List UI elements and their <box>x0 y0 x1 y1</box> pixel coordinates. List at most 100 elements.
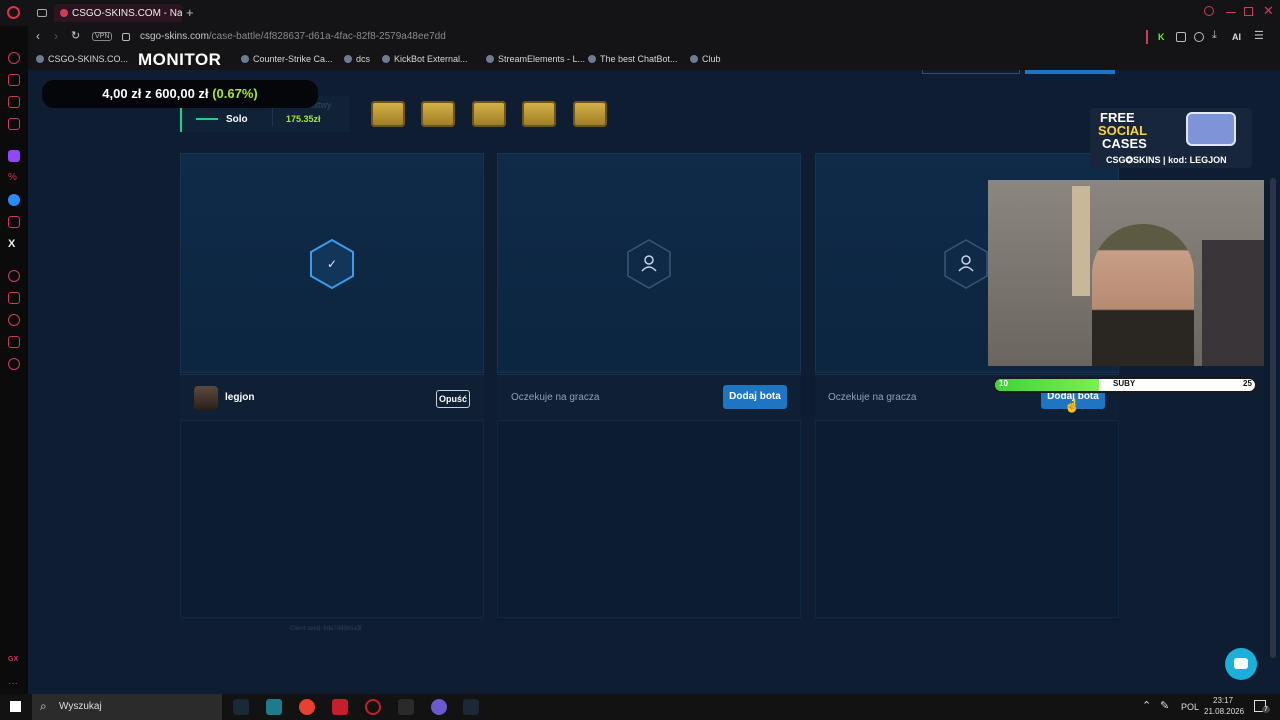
sub-goal-fill <box>995 379 1099 391</box>
case-icon[interactable] <box>371 101 405 127</box>
kick-extension-icon[interactable]: K <box>1158 32 1165 42</box>
clock-time[interactable]: 23:17 <box>1213 696 1233 705</box>
player-name: legjon <box>225 392 255 403</box>
chat-icon[interactable] <box>8 336 20 348</box>
percent-icon[interactable]: % <box>8 172 20 184</box>
top-button-partial[interactable] <box>922 70 1020 74</box>
gx-icon[interactable]: GX <box>8 656 20 668</box>
taskbar-search[interactable]: ⌕ Wyszukaj <box>32 694 222 720</box>
goal-percent: (0.67%) <box>212 86 258 101</box>
discord-box-icon <box>1186 112 1236 146</box>
reload-icon[interactable]: ↻ <box>71 29 80 42</box>
promo-code: CSG✪SKINS | kod: LEGJON <box>1106 155 1227 165</box>
leave-button[interactable]: Opuść <box>436 390 470 408</box>
tab-switcher-icon[interactable] <box>37 9 47 17</box>
new-tab-plus-icon[interactable]: + <box>186 5 194 20</box>
bookmark-item[interactable]: CSGO-SKINS.CO... <box>36 54 128 64</box>
download-icon[interactable]: ⤓ <box>1212 29 1217 42</box>
steam-icon[interactable] <box>233 699 249 715</box>
messenger-icon[interactable] <box>8 194 20 206</box>
webcam-feed <box>988 180 1264 366</box>
instagram-icon[interactable] <box>8 216 20 228</box>
bookmark-item[interactable]: Club <box>690 54 721 64</box>
pen-icon[interactable]: ✎ <box>1160 699 1169 712</box>
bookmark-item[interactable]: StreamElements - L... <box>486 54 585 64</box>
case-icon[interactable] <box>421 101 455 127</box>
voice-app-icon[interactable] <box>332 699 348 715</box>
goal-current: 4,00 zł <box>102 86 142 101</box>
x-icon[interactable]: X <box>8 238 20 250</box>
taskbar: ⌕ Wyszukaj ⌃ ✎ POL 23:17 21.08.2026 7 <box>0 694 1280 720</box>
files-icon[interactable] <box>266 699 282 715</box>
clock-date[interactable]: 21.08.2026 <box>1204 707 1244 716</box>
browser-sidebar: % X GX ··· <box>0 26 28 694</box>
history-icon[interactable] <box>8 74 20 86</box>
windows-start-icon[interactable] <box>10 701 21 712</box>
steam-icon-2[interactable] <box>463 699 479 715</box>
twitch-icon[interactable] <box>8 150 20 162</box>
chat-icon <box>1234 658 1248 669</box>
case-icon[interactable] <box>573 101 607 127</box>
drops-area-3 <box>815 420 1119 618</box>
minimize-icon[interactable] <box>1226 12 1236 13</box>
address-bar: ‹ › ↻ VPN csgo-skins.com/case-battle/4f8… <box>28 26 1280 50</box>
player-bar-2: Oczekuje na gracza Dodaj bota <box>497 374 801 420</box>
forward-icon[interactable]: › <box>54 29 58 43</box>
language-indicator[interactable]: POL <box>1181 702 1199 712</box>
speed-dial-icon[interactable] <box>8 52 20 64</box>
tray-chevron-icon[interactable]: ⌃ <box>1142 699 1151 712</box>
page-scrollbar[interactable] <box>1270 178 1276 658</box>
url-path: /case-battle/4f828637-d61a-4fac-82f8-257… <box>208 31 446 42</box>
epic-games-icon[interactable] <box>398 699 414 715</box>
more-dots-icon[interactable]: ··· <box>8 678 20 690</box>
bookmark-item[interactable]: The best ChatBot... <box>588 54 678 64</box>
wallet-icon[interactable] <box>8 292 20 304</box>
drops-area-1 <box>180 420 484 618</box>
tab-bar: CSGO-SKINS.COM - Najle + ✕ <box>0 0 1280 26</box>
case-icon[interactable] <box>472 101 506 127</box>
empty-player-icon <box>944 239 988 289</box>
settings-gear-icon[interactable] <box>8 358 20 370</box>
vpn-badge[interactable]: VPN <box>92 32 113 41</box>
goal-sep: z <box>144 86 152 101</box>
lock-icon <box>122 33 130 41</box>
add-bot-button[interactable]: Dodaj bota <box>723 385 787 409</box>
bookmarks-icon[interactable] <box>8 96 20 108</box>
chrome-icon[interactable] <box>299 699 315 715</box>
bookmark-item[interactable]: KickBot External... <box>382 54 468 64</box>
top-button-blue-partial[interactable] <box>1025 70 1115 74</box>
clock-icon[interactable] <box>8 314 20 326</box>
cat-tree-image <box>1072 186 1090 296</box>
opera-gx-icon[interactable] <box>365 699 381 715</box>
mode-icon <box>196 106 218 120</box>
menu-icon[interactable]: ☰ <box>1254 29 1264 42</box>
player-icon[interactable] <box>8 270 20 282</box>
red-divider <box>1146 30 1148 44</box>
tab-active[interactable]: CSGO-SKINS.COM - Najle <box>54 4 182 22</box>
promo-text-3: CASES <box>1102 136 1147 151</box>
extensions-icon[interactable] <box>1176 32 1186 42</box>
back-icon[interactable]: ‹ <box>36 29 40 43</box>
search-tabs-icon[interactable] <box>1204 6 1214 16</box>
ai-button[interactable]: AI <box>1232 32 1241 42</box>
bookmark-item[interactable]: Counter-Strike Ca... <box>241 54 333 64</box>
case-icon[interactable] <box>522 101 556 127</box>
player-bar-1: legjon Opuść <box>180 374 484 420</box>
drops-area-2 <box>497 420 801 618</box>
search-placeholder: Wyszukaj <box>59 701 102 712</box>
search-icon: ⌕ <box>40 699 47 713</box>
bookmark-item[interactable]: dcs <box>344 54 370 64</box>
news-icon[interactable] <box>8 118 20 130</box>
chat-bubble-button[interactable] <box>1225 648 1257 680</box>
client-seed: Client seed: 8da7d49b5a3f <box>290 626 362 632</box>
profile-icon[interactable] <box>1194 32 1204 42</box>
mouse-cursor-icon: ☝ <box>1064 398 1081 413</box>
obs-icon[interactable] <box>431 699 447 715</box>
url-host: csgo-skins.com <box>140 31 209 42</box>
donation-goal: 4,00 zł z 600,00 zł (0.67%) <box>42 80 318 108</box>
url-field[interactable]: csgo-skins.com/case-battle/4f828637-d61a… <box>140 31 446 42</box>
maximize-icon[interactable] <box>1244 7 1253 16</box>
close-window-icon[interactable]: ✕ <box>1263 3 1274 19</box>
opera-logo-icon[interactable] <box>7 6 20 19</box>
avatar <box>194 386 218 410</box>
